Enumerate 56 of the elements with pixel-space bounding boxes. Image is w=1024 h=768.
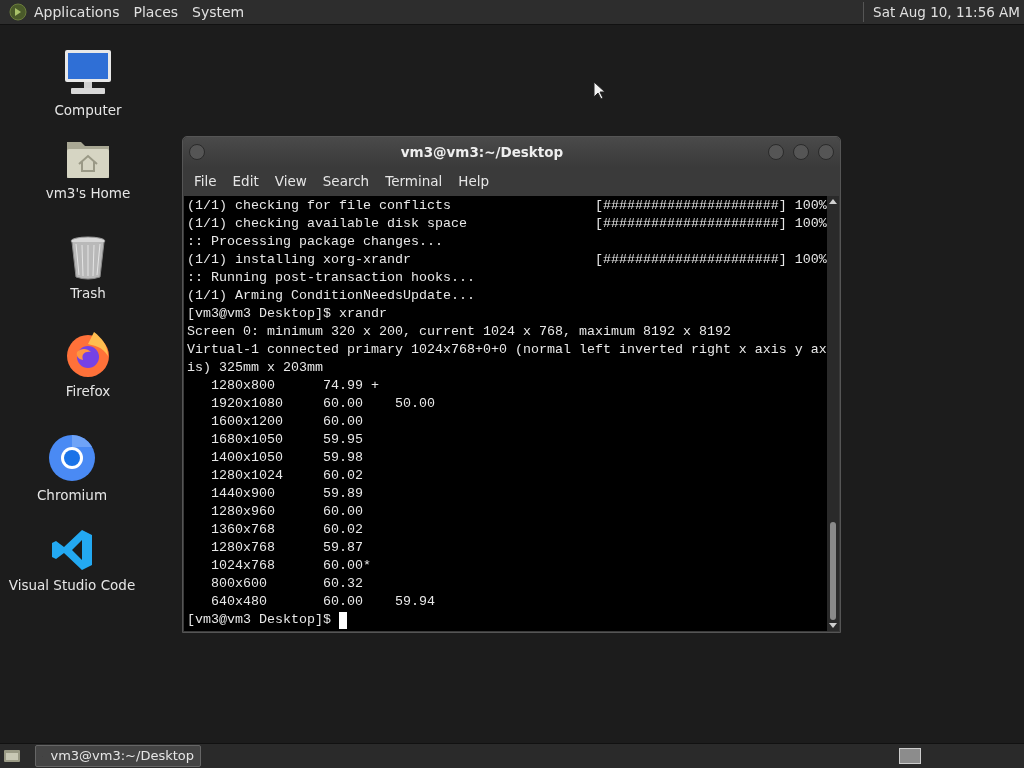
mouse-pointer-icon [593, 81, 605, 100]
code-editor-icon [50, 528, 94, 572]
terminal-output-line: Screen 0: minimum 320 x 200, current 1024 x 768, maximum 8192 x 8192 [187, 323, 731, 341]
menu-item[interactable]: Help [450, 171, 498, 192]
menu-item[interactable]: Search [314, 171, 378, 192]
terminal-output-line: [vm3@vm3 Desktop]$ xrandr [187, 305, 387, 323]
terminal-output-line: (1/1) installing xorg-xrandr [######################] 100% [187, 251, 827, 269]
trash-icon [69, 236, 107, 280]
terminal-output-line: 1280x1024 60.02 [210, 467, 363, 485]
terminal-output-line: 1400x1050 59.98 [210, 449, 363, 467]
terminal-output-line: 800x600 60.32 [210, 575, 363, 593]
terminal-output-line: 1280x960 60.00 [210, 503, 363, 521]
terminal-output-line: 1680x1050 59.95 [210, 431, 363, 449]
chromium-icon [48, 434, 96, 482]
menu-item[interactable]: Edit [224, 171, 267, 192]
clock[interactable]: Sat Aug 10, 11:56 AM [863, 1, 1024, 23]
terminal-output-line: (1/1) checking for file conflicts [######################] 100% [187, 197, 827, 215]
desktop-icon-label[interactable]: Chromium [36, 485, 108, 506]
terminal-output-line: Virtual-1 connected primary 1024x768+0+0 (normal left inverted right x axis y ax [187, 341, 827, 359]
computer-icon [63, 49, 113, 97]
terminal-output-line: 640x480 60.00 59.94 [210, 593, 435, 611]
terminal-output-line: 1280x800 74.99 + [210, 377, 379, 395]
menu-item[interactable]: File [186, 171, 225, 192]
show-desktop-icon[interactable] [3, 748, 21, 764]
scrollbar-thumb[interactable] [829, 522, 836, 620]
firefox-icon [64, 330, 112, 378]
terminal-output-line: 1280x768 59.87 [210, 539, 363, 557]
terminal-output-line: 1600x1200 60.00 [210, 413, 363, 431]
terminal-output-line: 1360x768 60.02 [210, 521, 363, 539]
terminal-output-line: :: Running post-transaction hooks... [187, 269, 475, 287]
terminal-output-line: 1024x768 60.00* [210, 557, 371, 575]
desktop-icon-label[interactable]: Visual Studio Code [8, 575, 136, 596]
text-cursor [338, 611, 347, 629]
terminal-prompt: [vm3@vm3 Desktop]$ [187, 611, 331, 629]
terminal-output-line: 1920x1080 60.00 50.00 [210, 395, 435, 413]
panel-menu[interactable]: System [185, 0, 252, 24]
desktop-icon-label[interactable]: Firefox [65, 381, 111, 402]
scroll-down-arrow-icon[interactable] [828, 623, 837, 628]
terminal-output-line: is) 325mm x 203mm [187, 359, 323, 377]
app-menu-logo-icon[interactable] [9, 3, 27, 21]
desktop-icon-label[interactable]: Computer [54, 100, 122, 121]
scroll-up-arrow-icon[interactable] [828, 199, 837, 204]
terminal-output-line: (1/1) checking available disk space [######################] 100% [187, 215, 827, 233]
menu-item[interactable]: Terminal [377, 171, 451, 192]
desktop-icon-label[interactable]: vm3's Home [45, 183, 131, 204]
terminal-output-line: :: Processing package changes... [187, 233, 443, 251]
desktop-icon-label[interactable]: Trash [70, 283, 106, 304]
terminal-output-line: (1/1) Arming ConditionNeedsUpdate... [187, 287, 475, 305]
workspace-switcher[interactable] [899, 748, 921, 764]
panel-menu[interactable]: Places [126, 0, 186, 24]
terminal-output-line: 1440x900 59.89 [210, 485, 363, 503]
panel-menu[interactable]: Applications [27, 0, 127, 24]
scrollbar[interactable] [826, 196, 839, 631]
window-title: vm3@vm3:~/Desktop [399, 142, 565, 162]
taskbar-window-button[interactable]: vm3@vm3:~/Desktop [35, 745, 201, 767]
menu-item[interactable]: View [266, 171, 315, 192]
